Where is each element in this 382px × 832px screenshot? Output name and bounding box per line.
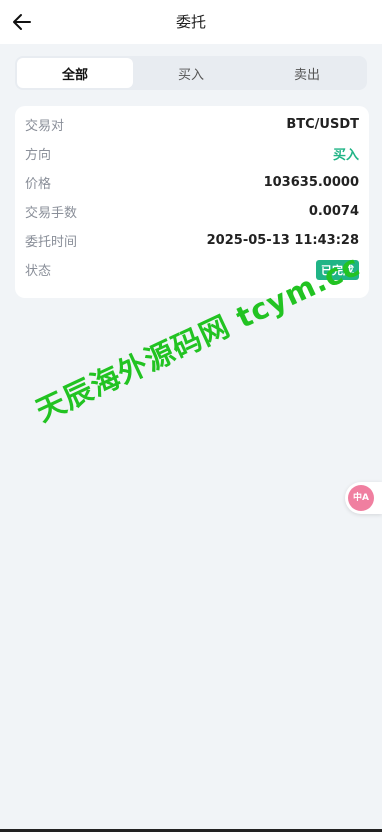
pair-value: BTC/USDT xyxy=(286,117,359,132)
pair-label: 交易对 xyxy=(25,119,65,134)
order-row-pair: 交易对 BTC/USDT xyxy=(25,110,359,139)
tab-buy[interactable]: 买入 xyxy=(133,58,249,88)
order-card[interactable]: 交易对 BTC/USDT 方向 买入 价格 103635.0000 交易手数 0… xyxy=(15,106,369,298)
direction-value: 买入 xyxy=(332,148,359,163)
back-button[interactable] xyxy=(8,8,36,36)
translate-button[interactable]: 中A xyxy=(345,482,382,514)
price-label: 价格 xyxy=(25,177,52,192)
direction-tabs: 全部 买入 卖出 xyxy=(15,56,367,90)
status-badge: 已完成 xyxy=(316,259,359,280)
page-title: 委托 xyxy=(175,13,206,31)
price-value: 103635.0000 xyxy=(263,175,359,190)
direction-label: 方向 xyxy=(25,148,52,163)
lots-value: 0.0074 xyxy=(308,204,359,219)
time-value: 2025-05-13 11:43:28 xyxy=(206,233,359,248)
tab-sell[interactable]: 卖出 xyxy=(249,58,365,88)
order-row-lots: 交易手数 0.0074 xyxy=(25,197,359,226)
order-row-direction: 方向 买入 xyxy=(25,139,359,168)
order-row-price: 价格 103635.0000 xyxy=(25,168,359,197)
translate-icon: 中A xyxy=(348,485,374,511)
status-label: 状态 xyxy=(25,264,52,279)
tab-all[interactable]: 全部 xyxy=(17,58,133,88)
arrow-left-icon xyxy=(13,14,31,30)
translate-icon-text: 中A xyxy=(353,492,369,503)
order-row-time: 委托时间 2025-05-13 11:43:28 xyxy=(25,226,359,255)
time-label: 委托时间 xyxy=(25,235,78,250)
order-row-status: 状态 已完成 xyxy=(25,255,359,284)
lots-label: 交易手数 xyxy=(25,206,78,221)
top-bar: 委托 xyxy=(0,0,382,44)
